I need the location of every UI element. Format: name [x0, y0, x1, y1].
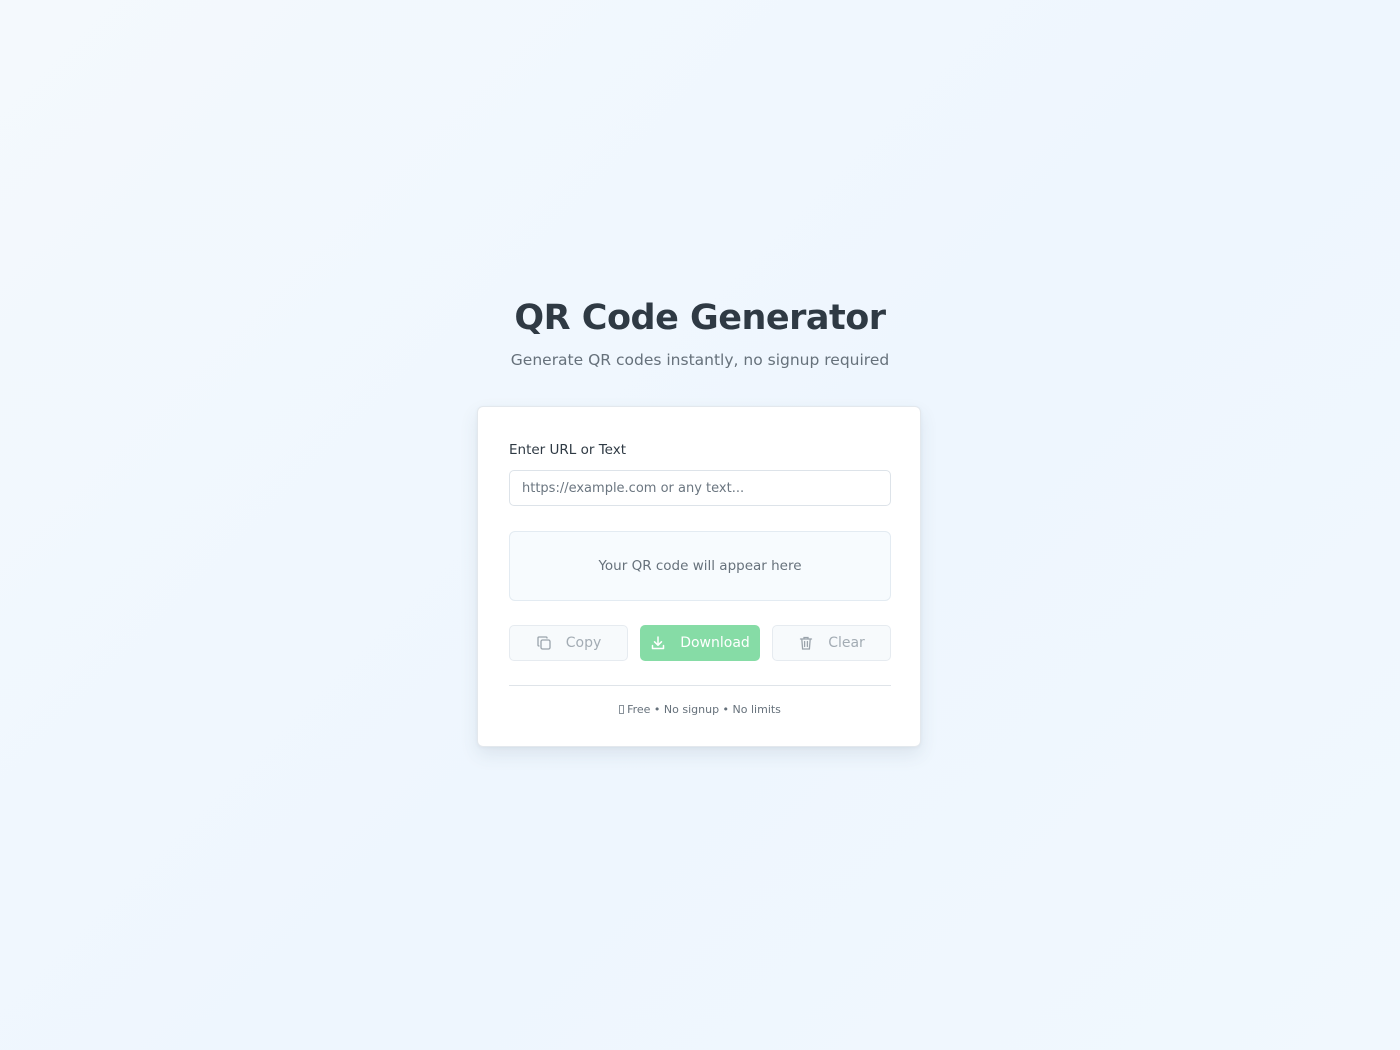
- footer-note: Free • No signup • No limits: [478, 703, 922, 716]
- card-divider: [509, 685, 891, 686]
- clear-button-label: Clear: [828, 635, 865, 651]
- copy-button-label: Copy: [565, 635, 602, 651]
- download-button-label: Download: [680, 635, 750, 651]
- page-subtitle: Generate QR codes instantly, no signup r…: [510, 351, 890, 369]
- download-icon: [650, 635, 666, 651]
- copy-icon: [536, 635, 552, 651]
- qr-preview-placeholder: Your QR code will appear here: [598, 558, 802, 574]
- page: QR Code Generator Generate QR codes inst…: [0, 0, 1400, 1050]
- footer-note-text: Free • No signup • No limits: [627, 703, 781, 716]
- placeholder-glyph-icon: [619, 705, 625, 714]
- download-button[interactable]: Download: [640, 625, 760, 661]
- url-text-input[interactable]: [509, 470, 891, 506]
- clear-button[interactable]: Clear: [772, 625, 891, 661]
- input-label: Enter URL or Text: [509, 442, 627, 458]
- copy-button[interactable]: Copy: [509, 625, 628, 661]
- page-title: QR Code Generator: [514, 298, 886, 338]
- qr-preview-area: Your QR code will appear here: [509, 531, 891, 601]
- generator-card: Enter URL or Text Your QR code will appe…: [477, 406, 921, 747]
- trash-icon: [798, 635, 814, 651]
